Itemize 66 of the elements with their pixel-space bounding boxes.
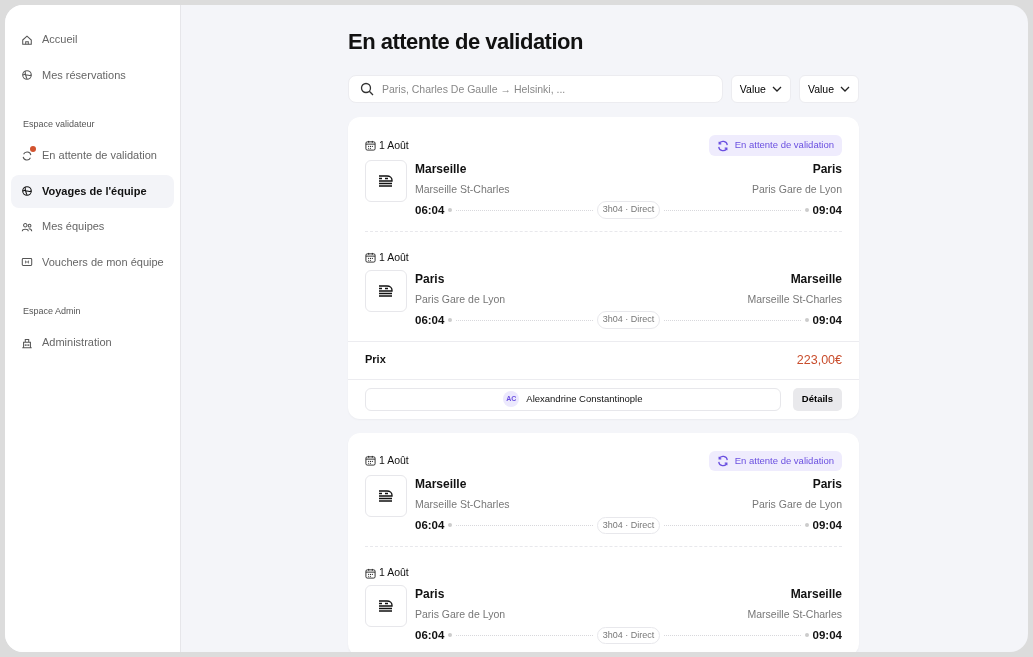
sync-icon xyxy=(716,139,729,152)
departure-station: Marseille St-Charles xyxy=(415,496,510,512)
arrival-city: Marseille xyxy=(790,585,842,603)
chevron-down-icon xyxy=(771,86,782,93)
globe-icon xyxy=(21,69,33,81)
sidebar-heading: Espace validateur xyxy=(22,117,96,131)
departure-time: 06:04 xyxy=(415,517,445,533)
globe-icon xyxy=(21,185,33,197)
filter-dropdown[interactable]: Value xyxy=(798,75,859,104)
departure-station: Paris Gare de Lyon xyxy=(415,291,506,307)
building-icon xyxy=(21,336,33,349)
filter-dropdown[interactable]: Value xyxy=(730,75,791,104)
calendar-icon xyxy=(365,455,376,467)
sidebar-item[interactable]: Administration xyxy=(11,326,174,359)
sidebar-heading: Espace Admin xyxy=(22,304,82,318)
departure-station: Marseille St-Charles xyxy=(415,181,510,197)
trip-date: 1 Août xyxy=(379,137,409,153)
sidebar-item[interactable]: Voyages de l'équipe xyxy=(11,174,174,208)
departure-city: Paris xyxy=(415,270,445,288)
departure-city: Marseille xyxy=(415,475,467,493)
trip-date: 1 Août xyxy=(379,249,409,265)
departure-station: Paris Gare de Lyon xyxy=(415,606,506,622)
search-field[interactable]: Paris, Charles De Gaulle → Helsinki, ... xyxy=(348,75,723,104)
calendar-icon xyxy=(365,252,376,264)
departure-time: 06:04 xyxy=(415,627,445,643)
calendar-icon xyxy=(365,567,376,579)
train-icon xyxy=(378,489,394,503)
arrival-station: Marseille St-Charles xyxy=(747,291,842,307)
people-icon xyxy=(21,220,33,233)
calendar-icon xyxy=(365,140,376,151)
home-icon xyxy=(21,33,33,46)
arrival-time: 09:04 xyxy=(812,517,842,533)
sidebar-item[interactable]: Vouchers de mon équipe xyxy=(11,245,174,279)
departure-city: Marseille xyxy=(415,160,467,178)
departure-city: Paris xyxy=(415,585,445,603)
arrival-station: Marseille St-Charles xyxy=(747,606,842,622)
departure-time: 06:04 xyxy=(415,202,445,218)
sidebar-item[interactable]: Mes réservations xyxy=(11,58,174,92)
trip-date: 1 Août xyxy=(379,452,409,468)
arrival-city: Marseille xyxy=(790,270,842,288)
sync-icon xyxy=(21,149,33,162)
status-badge: En attente de validation xyxy=(708,135,842,156)
sidebar-item[interactable]: Mes équipes xyxy=(11,210,174,243)
train-icon xyxy=(378,174,394,188)
arrival-station: Paris Gare de Lyon xyxy=(751,496,842,512)
price-label: Prix xyxy=(365,351,386,367)
arrival-city: Paris xyxy=(812,160,842,178)
arrival-city: Paris xyxy=(812,475,842,493)
ticket-icon xyxy=(21,256,33,268)
status-badge: En attente de validation xyxy=(708,450,842,471)
arrival-time: 09:04 xyxy=(812,312,842,328)
sidebar-item[interactable]: Accueil xyxy=(11,23,174,56)
price-value: 223,00€ xyxy=(796,351,842,369)
train-icon xyxy=(378,599,394,613)
traveller-name: Alexandrine Constantinople xyxy=(526,392,643,406)
arrival-time: 09:04 xyxy=(812,627,842,643)
trip-date: 1 Août xyxy=(379,565,409,581)
details-button[interactable]: Détails xyxy=(792,387,842,411)
sync-icon xyxy=(716,454,729,467)
arrival-station: Paris Gare de Lyon xyxy=(751,181,842,197)
arrival-time: 09:04 xyxy=(812,202,842,218)
sidebar-item[interactable]: En attente de validation xyxy=(11,139,174,172)
chevron-down-icon xyxy=(840,86,850,93)
train-icon xyxy=(378,284,394,298)
departure-time: 06:04 xyxy=(415,312,445,328)
page-title: En attente de validation xyxy=(348,29,584,56)
